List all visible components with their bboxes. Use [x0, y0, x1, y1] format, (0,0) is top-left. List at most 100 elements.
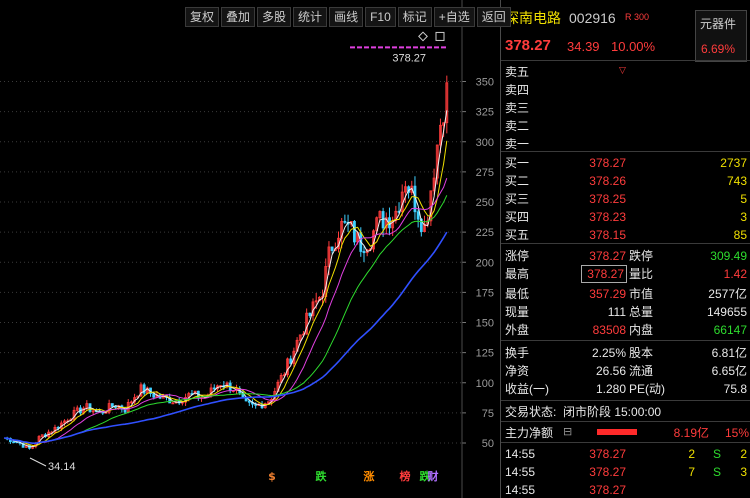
nav-label: 净资	[505, 364, 530, 378]
tick-time: 14:55	[505, 447, 536, 461]
candle-body	[152, 393, 156, 398]
tick-count: 2	[740, 447, 747, 461]
sell-order-label: 卖三	[505, 101, 530, 115]
sell-order-label: 卖一	[505, 137, 530, 151]
main-flow-label: 主力净额	[505, 426, 554, 440]
buy-order-label: 买三	[505, 192, 530, 206]
candle-body	[416, 211, 420, 220]
sell-order-label: 卖二	[505, 119, 530, 133]
y-tick-label: 150	[476, 318, 494, 330]
low-label: 最低	[505, 287, 530, 301]
moving-average-line	[3, 231, 448, 444]
y-tick-label: 200	[476, 257, 494, 269]
buy-order-volume: 2737	[720, 156, 747, 170]
square-icon	[435, 31, 445, 41]
stock-name: 深南电路	[505, 10, 561, 26]
toolbar-button[interactable]: 画线	[329, 7, 364, 27]
high-price-label: 378.27	[392, 52, 426, 64]
high-label: 最高	[505, 267, 530, 281]
main-flow-pct: 15%	[724, 426, 749, 440]
pe-label: PE(动)	[629, 382, 666, 396]
buy-order-volume: 85	[733, 228, 747, 242]
event-marker: 跌	[316, 469, 328, 483]
y-tick-label: 275	[476, 167, 494, 179]
toolbar-button[interactable]: 叠加	[221, 7, 256, 27]
trade-status-label: 交易状态:	[505, 405, 557, 419]
y-tick-label: 75	[482, 408, 494, 420]
stock-code: 002916	[569, 10, 616, 26]
price-change-pct: 10.00%	[611, 39, 656, 54]
chevron-down-icon[interactable]: ▽	[619, 62, 626, 78]
toolbar-button[interactable]: 返回	[476, 7, 511, 27]
tick-time: 14:55	[505, 465, 536, 479]
sector-box[interactable]: 元器件 6.69%	[695, 10, 747, 62]
total-vol-value: 149655	[706, 305, 747, 319]
tick-price: 378.27	[589, 447, 626, 461]
y-tick-label: 250	[476, 197, 494, 209]
sector-pct: 6.69%	[701, 42, 736, 56]
buy-order-volume: 5	[740, 192, 747, 206]
buy-order-label: 买五	[505, 228, 530, 242]
mktcap-label: 市值	[629, 287, 654, 301]
cur-vol-label: 现量	[505, 305, 530, 319]
buy-order-price: 378.26	[589, 174, 626, 188]
candle-body	[362, 251, 366, 254]
pe-value: 75.8	[723, 382, 747, 396]
toolbar-button[interactable]: 多股	[257, 7, 292, 27]
chart-toolbar: 复权 叠加 多股 统计 画线 F10 标记 +自选 返回	[185, 7, 513, 29]
nav-value: 26.56	[595, 364, 626, 378]
eps-value: 1.280	[595, 382, 626, 396]
quote-panel: 深南电路 002916 R 300 元器件 6.69% 378.27 34.39…	[500, 0, 750, 498]
tick-volume: 2	[688, 447, 695, 461]
limit-up-value: 378.27	[589, 249, 626, 263]
event-marker: 涨	[364, 469, 375, 483]
toolbar-button[interactable]: 统计	[293, 7, 328, 27]
candle-body	[12, 441, 15, 444]
kline-chart[interactable]: 50 75 100 125 150 175 200 225 250 275 300 325 350 378…	[0, 0, 511, 498]
turnover-value: 2.25%	[591, 346, 626, 360]
candle-body	[343, 220, 347, 223]
sector-name: 元器件	[700, 17, 737, 31]
low-value: 357.29	[589, 287, 626, 301]
buy-order-price: 378.27	[589, 156, 626, 170]
candle-body	[353, 220, 356, 243]
tick-price: 378.27	[589, 465, 626, 479]
diamond-icon	[418, 31, 428, 42]
event-marker: 财	[427, 469, 439, 483]
buy-order-label: 买四	[505, 210, 530, 224]
eps-label: 收益(一)	[505, 382, 549, 396]
limit-up-label: 涨停	[505, 249, 530, 263]
mktcap-value: 2577亿	[708, 287, 747, 301]
y-tick-label: 350	[476, 77, 494, 89]
toolbar-button[interactable]: 复权	[185, 7, 220, 27]
moving-average-line	[3, 110, 448, 448]
toolbar-button[interactable]: +自选	[433, 7, 475, 27]
buy-order-label: 买二	[505, 174, 530, 188]
main-flow-bar	[597, 429, 637, 435]
low-price-pointer	[29, 457, 47, 467]
sell-order-label: 卖四	[505, 83, 530, 97]
tick-volume: 7	[688, 465, 695, 479]
toolbar-button[interactable]: 标记	[397, 7, 432, 27]
stock-badge: R 300	[625, 12, 650, 22]
vol-ratio-value: 1.42	[723, 267, 747, 281]
main-flow-value: 8.19亿	[673, 426, 709, 440]
trade-status-value: 闭市阶段 15:00:00	[563, 405, 662, 419]
tick-side: S	[713, 465, 722, 479]
event-marker: 榜	[400, 469, 411, 483]
last-price: 378.27	[505, 37, 551, 54]
tick-count: 3	[740, 465, 747, 479]
float-label: 流通	[629, 364, 654, 378]
inner-value: 66147	[713, 323, 747, 337]
toolbar-button[interactable]: F10	[365, 7, 396, 27]
total-vol-label: 总量	[629, 305, 654, 319]
tick-price: 378.27	[589, 483, 626, 497]
low-price-label: 34.14	[48, 461, 76, 473]
buy-order-label: 买一	[505, 156, 530, 170]
buy-order-price: 378.23	[589, 210, 626, 224]
tick-time: 14:55	[505, 483, 536, 497]
kline-chart-svg[interactable]: 50 75 100 125 150 175 200 225 250 275 300 325 350 378…	[0, 0, 500, 498]
candle-body	[212, 387, 216, 390]
buy-order-price: 378.25	[589, 192, 626, 206]
expand-icon[interactable]: ⊟	[563, 424, 572, 440]
